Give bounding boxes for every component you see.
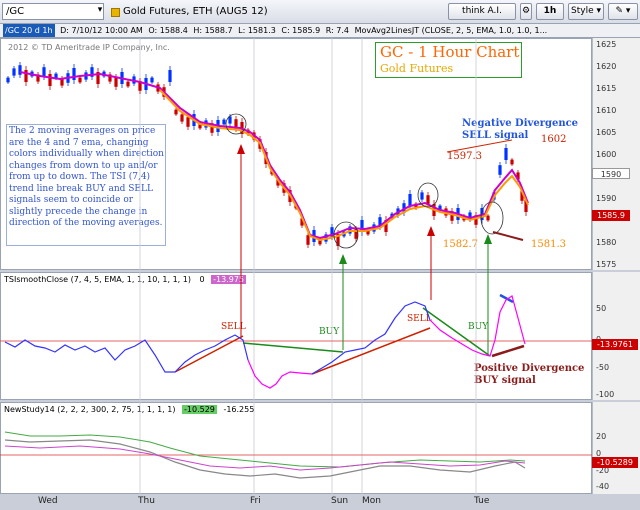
- candle-body: [306, 235, 310, 245]
- candle-body: [48, 74, 52, 86]
- study-magenta-line: [4, 445, 526, 471]
- day-separators: [139, 38, 477, 494]
- tsi-line-down: [247, 359, 313, 389]
- ema-fast: [19, 71, 529, 240]
- candle-body: [498, 165, 502, 175]
- candle-body: [180, 114, 184, 122]
- candle-body: [6, 77, 10, 83]
- candle-body: [24, 70, 28, 82]
- candle-body: [78, 77, 82, 83]
- chart-drawing: [0, 38, 592, 494]
- candle-body: [420, 192, 424, 200]
- candle-body: [222, 119, 226, 125]
- candle-body: [42, 67, 46, 77]
- tsi-line: [4, 334, 249, 373]
- candle-body: [150, 77, 154, 83]
- candle-body: [18, 65, 22, 75]
- candle-body: [72, 68, 76, 80]
- tsi-line-up: [311, 301, 431, 375]
- candle-body: [168, 70, 172, 82]
- candle-body: [126, 81, 130, 87]
- candle-body: [408, 194, 412, 206]
- study-gray-line: [4, 439, 526, 479]
- candle-body: [486, 215, 490, 221]
- candle-body: [186, 117, 190, 127]
- study-green-line: [4, 431, 526, 468]
- candle-body: [12, 68, 16, 76]
- candle-body: [114, 77, 118, 87]
- divergence-circles: [225, 113, 504, 249]
- candle-body: [504, 148, 508, 160]
- price-divergence-line: [446, 139, 513, 153]
- candle-body: [510, 159, 514, 165]
- tsi-signal-lines: [174, 293, 525, 375]
- price-low-line: [492, 231, 524, 241]
- candle-body: [174, 109, 178, 115]
